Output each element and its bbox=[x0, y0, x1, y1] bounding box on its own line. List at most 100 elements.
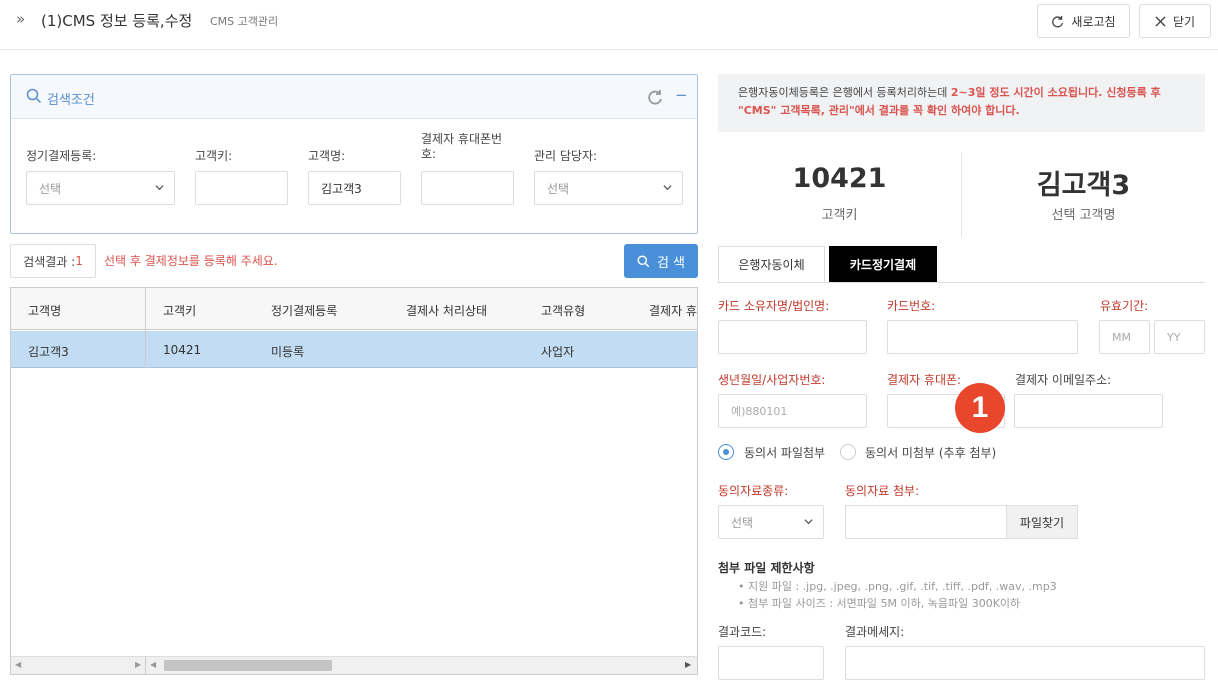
expiry-label: 유효기간: bbox=[1100, 299, 1149, 313]
frozen-column-divider bbox=[145, 288, 146, 368]
search-icon bbox=[637, 254, 650, 267]
column-header[interactable]: 결제자 휴 bbox=[649, 302, 697, 319]
regular-payment-select[interactable]: 선택 bbox=[26, 171, 175, 205]
tab-bank-transfer[interactable]: 은행자동이체 bbox=[718, 246, 825, 282]
customer-name-input[interactable]: 김고객3 bbox=[308, 171, 401, 205]
search-button[interactable]: 검 색 bbox=[624, 244, 698, 278]
close-button[interactable]: 닫기 bbox=[1139, 4, 1211, 38]
payer-phone-label-line2: 호: bbox=[421, 147, 437, 161]
chevron-down-icon bbox=[155, 185, 164, 191]
result-label: 검색결과 : bbox=[23, 254, 76, 269]
tab-underline bbox=[718, 282, 1205, 283]
cell-customer-name: 김고객3 bbox=[28, 345, 69, 359]
horizontal-scrollbar[interactable]: ◀ ▶ ◀ ▶ bbox=[11, 656, 697, 674]
cell-regular-payment: 미등록 bbox=[271, 345, 305, 359]
regular-payment-label: 정기결제등록: bbox=[26, 149, 97, 163]
collapse-icon[interactable]: − bbox=[675, 86, 688, 104]
payer-email-label: 결제자 이메일주소: bbox=[1015, 373, 1112, 387]
scrollbar-thumb[interactable] bbox=[164, 660, 332, 671]
card-owner-label: 카드 소유자명/법인명: bbox=[718, 299, 830, 313]
manager-label: 관리 담당자: bbox=[534, 149, 598, 163]
chevron-down-icon bbox=[663, 185, 672, 191]
result-count: 1 bbox=[75, 254, 83, 268]
result-hint: 선택 후 결제정보를 등록해 주세요. bbox=[104, 254, 278, 268]
column-header[interactable]: 정기결제등록 bbox=[271, 302, 337, 319]
card-number-input[interactable] bbox=[887, 320, 1078, 354]
restriction-text: 첨부 파일 사이즈 : 서면파일 5M 이하, 녹음파일 300K이하 bbox=[748, 597, 1021, 610]
manager-value: 선택 bbox=[547, 181, 570, 196]
customer-key-label: 고객키: bbox=[195, 149, 233, 163]
tab-card-payment[interactable]: 카드정기결제 bbox=[829, 246, 937, 282]
regular-payment-value: 선택 bbox=[39, 181, 62, 196]
selected-customer-key: 10421 bbox=[792, 163, 887, 194]
customer-key-input[interactable] bbox=[195, 171, 288, 205]
result-code-label: 결과코드: bbox=[718, 625, 767, 639]
column-header[interactable]: 고객키 bbox=[163, 302, 196, 319]
grid-header: 고객명 고객키 정기결제등록 결제사 처리상태 고객유형 결제자 휴 bbox=[11, 288, 697, 330]
browse-file-button[interactable]: 파일찾기 bbox=[1006, 505, 1078, 539]
chevron-down-icon bbox=[804, 519, 813, 525]
page-title: (1)CMS 정보 등록,수정 bbox=[41, 12, 193, 30]
search-panel-header: 검색조건 − bbox=[11, 75, 697, 119]
page-subtitle: CMS 고객관리 bbox=[210, 15, 279, 28]
consent-later-label[interactable]: 동의서 미첨부 (추후 첨부) bbox=[865, 444, 996, 461]
result-message-label: 결과메세지: bbox=[845, 625, 905, 639]
manager-select[interactable]: 선택 bbox=[534, 171, 683, 205]
refresh-button[interactable]: 새로고침 bbox=[1037, 4, 1130, 38]
expiry-month-input[interactable]: MM bbox=[1099, 320, 1150, 354]
payer-phone-input[interactable] bbox=[421, 171, 514, 205]
double-chevron-right-icon[interactable]: » bbox=[16, 10, 25, 28]
cell-customer-key: 10421 bbox=[163, 343, 202, 357]
close-icon bbox=[1155, 15, 1166, 27]
search-icon bbox=[26, 88, 42, 104]
restriction-title: 첨부 파일 제한사항 bbox=[718, 561, 815, 575]
restriction-item: • 지원 파일 : .jpg, .jpeg, .png, .gif, .tif,… bbox=[738, 580, 1057, 593]
column-header[interactable]: 결제사 처리상태 bbox=[406, 302, 487, 319]
consent-attach-label[interactable]: 동의서 파일첨부 bbox=[744, 444, 825, 461]
column-header[interactable]: 고객명 bbox=[28, 302, 61, 319]
consent-later-radio[interactable] bbox=[840, 444, 856, 460]
search-button-label: 검 색 bbox=[656, 255, 686, 271]
restriction-item: • 첨부 파일 사이즈 : 서면파일 5M 이하, 녹음파일 300K이하 bbox=[738, 597, 1021, 610]
customer-grid: 고객명 고객키 정기결제등록 결제사 처리상태 고객유형 결제자 휴 김고객3 … bbox=[10, 287, 698, 675]
payer-phone-label: 결제자 휴대폰번 호: bbox=[421, 132, 502, 162]
column-header[interactable]: 고객유형 bbox=[541, 302, 585, 319]
scroll-left-icon[interactable]: ◀ bbox=[15, 660, 21, 669]
birth-input[interactable]: 예)880101 bbox=[718, 394, 867, 428]
scroll-left-icon[interactable]: ◀ bbox=[150, 660, 156, 669]
notice-box: 은행자동이체등록은 은행에서 등록처리하는데 2~3일 정도 시간이 소요됩니다… bbox=[718, 74, 1205, 132]
search-panel: 검색조건 − 정기결제등록: 선택 고객키: 고객명: 김고객3 결제자 휴대폰… bbox=[10, 74, 698, 234]
table-row[interactable]: 김고객3 10421 미등록 사업자 bbox=[11, 331, 697, 368]
cell-customer-type: 사업자 bbox=[541, 345, 575, 359]
card-number-label: 카드번호: bbox=[887, 299, 936, 313]
restriction-text: 지원 파일 : .jpg, .jpeg, .png, .gif, .tif, .… bbox=[748, 580, 1057, 593]
consent-attach-radio[interactable] bbox=[718, 444, 734, 460]
close-label: 닫기 bbox=[1172, 14, 1196, 29]
consent-file-label: 동의자료 첨부: bbox=[845, 484, 920, 498]
customer-key-caption: 고객키 bbox=[821, 208, 858, 223]
consent-file-input[interactable] bbox=[845, 505, 1007, 539]
notice-text: 은행자동이체등록은 은행에서 등록처리하는데 bbox=[738, 86, 951, 99]
scroll-right-icon[interactable]: ▶ bbox=[685, 660, 691, 669]
payer-email-input[interactable] bbox=[1014, 394, 1163, 428]
refresh-icon bbox=[1052, 15, 1064, 27]
payer-phone-label: 결제자 휴대폰: bbox=[887, 373, 962, 387]
reset-icon[interactable] bbox=[647, 89, 663, 105]
page-header: » (1)CMS 정보 등록,수정 CMS 고객관리 새로고침 닫기 bbox=[0, 0, 1218, 50]
card-owner-input[interactable] bbox=[718, 320, 867, 354]
consent-type-value: 선택 bbox=[731, 515, 754, 530]
customer-name-caption: 선택 고객명 bbox=[1051, 208, 1116, 223]
search-panel-title: 검색조건 bbox=[47, 93, 95, 108]
scroll-right-icon[interactable]: ▶ bbox=[135, 660, 141, 669]
result-code-input[interactable] bbox=[718, 646, 824, 680]
consent-type-select[interactable]: 선택 bbox=[718, 505, 824, 539]
result-message-input[interactable] bbox=[845, 646, 1205, 680]
selected-customer-name: 김고객3 bbox=[1036, 170, 1131, 201]
scrollbar-divider bbox=[145, 657, 146, 674]
birth-label: 생년월일/사업자번호: bbox=[718, 373, 826, 387]
payer-phone-label-line1: 결제자 휴대폰번 bbox=[421, 132, 503, 146]
expiry-year-input[interactable]: YY bbox=[1154, 320, 1205, 354]
consent-type-label: 동의자료종류: bbox=[718, 484, 789, 498]
step-badge: 1 bbox=[955, 383, 1005, 433]
refresh-label: 새로고침 bbox=[1071, 14, 1116, 29]
